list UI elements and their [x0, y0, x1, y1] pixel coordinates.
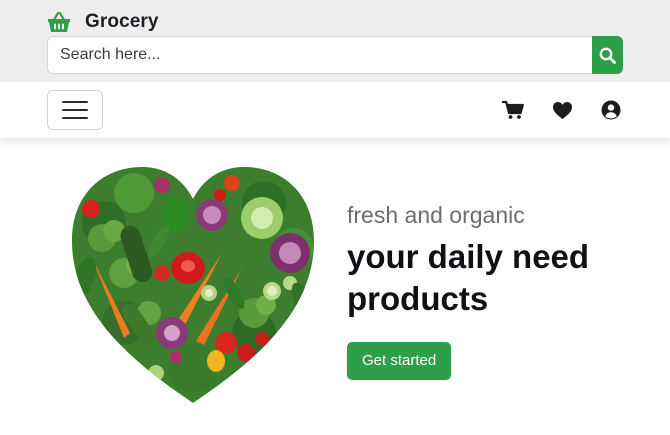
hero-text: fresh and organic your daily need produc…	[347, 200, 607, 380]
nav-icons	[475, 99, 622, 121]
search-input[interactable]	[47, 36, 592, 74]
account-link[interactable]	[600, 99, 622, 121]
search-button[interactable]	[592, 36, 623, 74]
hamburger-menu-icon	[62, 101, 88, 119]
wishlist-link[interactable]	[551, 99, 573, 121]
user-circle-icon	[601, 100, 621, 120]
brand[interactable]: Grocery	[47, 10, 159, 34]
heart-icon	[552, 101, 572, 119]
cart-icon	[502, 100, 524, 119]
hero-tagline: fresh and organic	[347, 202, 525, 228]
basket-icon	[48, 11, 70, 32]
menu-toggle-button[interactable]	[47, 90, 103, 130]
navbar	[0, 82, 670, 138]
get-started-button[interactable]: Get started	[347, 342, 452, 380]
hero-headline: your daily need products	[347, 238, 590, 317]
brand-name: Grocery	[85, 11, 159, 32]
search-icon	[599, 47, 616, 64]
top-header: Grocery	[0, 0, 670, 82]
search-bar	[47, 36, 623, 74]
heart-shaped-vegetables-image	[72, 167, 314, 403]
cart-link[interactable]	[502, 99, 524, 121]
